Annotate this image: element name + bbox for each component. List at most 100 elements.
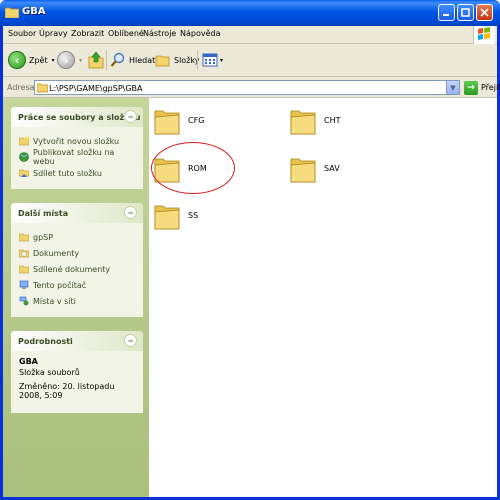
new-folder-icon [19, 136, 29, 146]
file-folder-tasks-panel: Práce se soubory a složkou ≈ Vytvořit no… [11, 107, 143, 189]
close-icon [480, 8, 489, 17]
place-label: Dokumenty [33, 248, 80, 258]
address-dropdown-button[interactable]: ▼ [446, 81, 459, 94]
network-icon [19, 296, 29, 306]
folders-icon [155, 55, 170, 67]
address-input[interactable]: L:\PSP\GAME\gpSP\GBA ▼ [34, 80, 460, 95]
details-folder-name: GBA [19, 357, 38, 366]
folders-button[interactable]: Složky [155, 49, 199, 71]
maximize-button[interactable] [457, 4, 474, 21]
address-path: L:\PSP\GAME\gpSP\GBA [49, 84, 143, 93]
folder-item[interactable]: SAV [290, 153, 340, 183]
collapse-icon[interactable]: ≈ [124, 206, 137, 219]
menu-view[interactable]: Zobrazit [71, 29, 104, 38]
forward-dropdown-icon[interactable]: ▾ [79, 57, 82, 64]
title-bar[interactable]: GBA [0, 0, 500, 26]
folder-name: CHT [324, 115, 341, 125]
place-documents[interactable]: Dokumenty [19, 245, 137, 261]
go-arrow-icon: → [464, 80, 478, 95]
details-modified: Změněno: 20. listopadu 2008, 5:09 [19, 382, 115, 400]
task-publish-web[interactable]: Publikovat složku na webu [19, 148, 137, 166]
task-new-folder[interactable]: Vytvořit novou složku [19, 133, 137, 149]
place-gpsp[interactable]: gpSP [19, 229, 137, 245]
menu-tools[interactable]: Nástroje [143, 29, 176, 38]
place-label: gpSP [33, 232, 54, 242]
menu-edit[interactable]: Úpravy [39, 29, 68, 38]
address-bar: Adresa L:\PSP\GAME\gpSP\GBA ▼ → Přejít [3, 77, 500, 98]
panel-header[interactable]: Další místa ≈ [11, 203, 143, 223]
folder-icon [5, 7, 19, 18]
other-places-panel: Další místa ≈ gpSP Dokumenty Sdílené dok… [11, 203, 143, 317]
address-label: Adresa [7, 83, 35, 92]
views-dropdown-icon: ▾ [220, 56, 224, 64]
search-icon [110, 52, 125, 67]
panel-title: Další místa [18, 209, 69, 218]
up-button[interactable] [88, 49, 104, 71]
toolbar: ‹ Zpět ▾ › ▾ Hledat Složky ▾ [3, 44, 497, 77]
explorer-window: GBA Soubor Úpravy Zobrazit Oblíbené Nást… [0, 0, 500, 500]
folder-icon [290, 158, 316, 183]
folder-icon [290, 110, 316, 135]
folders-label: Složky [174, 55, 200, 65]
minimize-button[interactable] [438, 4, 455, 21]
share-folder-icon [19, 169, 29, 177]
folder-name: SS [188, 210, 199, 220]
close-button[interactable] [476, 4, 493, 21]
place-label: Místa v síti [33, 296, 76, 306]
documents-folder-icon [19, 249, 29, 258]
forward-arrow-icon: › [57, 51, 75, 69]
menu-favorites[interactable]: Oblíbené [108, 29, 144, 38]
menu-file[interactable]: Soubor [8, 29, 36, 38]
collapse-icon[interactable]: ≈ [124, 110, 137, 123]
folder-up-icon [88, 51, 104, 69]
folder-icon [154, 110, 180, 135]
computer-icon [19, 280, 29, 289]
place-shared-documents[interactable]: Sdílené dokumenty [19, 261, 137, 277]
panel-header[interactable]: Podrobnosti ≈ [11, 331, 143, 351]
panel-body: gpSP Dokumenty Sdílené dokumenty Tento p… [11, 223, 143, 317]
details-folder-type: Složka souborů [19, 368, 80, 377]
toolbar-separator [197, 50, 198, 70]
panel-body: Vytvořit novou složku Publikovat složku … [11, 127, 143, 189]
task-label: Sdílet tuto složku [33, 168, 102, 178]
back-button[interactable]: ‹ Zpět ▾ [8, 49, 55, 71]
panel-header[interactable]: Práce se soubory a složkou ≈ [11, 107, 143, 127]
forward-button[interactable]: › ▾ [57, 49, 82, 71]
panel-title: Práce se soubory a složkou [18, 113, 141, 122]
task-label: Vytvořit novou složku [33, 136, 120, 146]
windows-logo [473, 26, 495, 44]
menu-help[interactable]: Nápověda [180, 29, 221, 38]
back-dropdown-icon[interactable]: ▾ [52, 57, 55, 64]
details-panel: Podrobnosti ≈ GBA Složka souborů Změněno… [11, 331, 143, 413]
go-button[interactable]: → Přejít [464, 80, 500, 95]
minimize-icon [443, 14, 449, 16]
folder-icon [154, 205, 180, 230]
panel-title: Podrobnosti [18, 337, 73, 346]
chevron-down-icon: ▼ [450, 83, 456, 92]
place-label: Tento počítač [33, 280, 87, 290]
highlight-circle [151, 142, 235, 194]
windows-flag-icon [478, 27, 490, 40]
window-title: GBA [22, 6, 46, 17]
search-button[interactable]: Hledat [110, 49, 155, 71]
toolbar-separator [106, 50, 107, 70]
views-button[interactable]: ▾ [202, 49, 223, 71]
task-share-folder[interactable]: Sdílet tuto složku [19, 165, 137, 181]
folder-item[interactable]: SS [154, 200, 198, 230]
place-network[interactable]: Místa v síti [19, 293, 137, 309]
task-pane: Práce se soubory a složkou ≈ Vytvořit no… [3, 98, 149, 497]
back-label: Zpět [29, 55, 48, 65]
shared-folder-icon [19, 265, 29, 274]
search-label: Hledat [129, 55, 156, 65]
folder-item[interactable]: CHT [290, 105, 341, 135]
folder-icon [19, 233, 29, 242]
menu-bar: Soubor Úpravy Zobrazit Oblíbené Nástroje… [3, 26, 497, 44]
panel-body: GBA Složka souborů Změněno: 20. listopad… [11, 351, 143, 413]
folder-icon [37, 83, 48, 93]
maximize-icon [461, 8, 470, 17]
place-my-computer[interactable]: Tento počítač [19, 277, 137, 293]
task-label: Publikovat složku na webu [33, 148, 115, 166]
folder-item[interactable]: CFG [154, 105, 204, 135]
folder-name: SAV [324, 163, 340, 173]
collapse-icon[interactable]: ≈ [124, 334, 137, 347]
